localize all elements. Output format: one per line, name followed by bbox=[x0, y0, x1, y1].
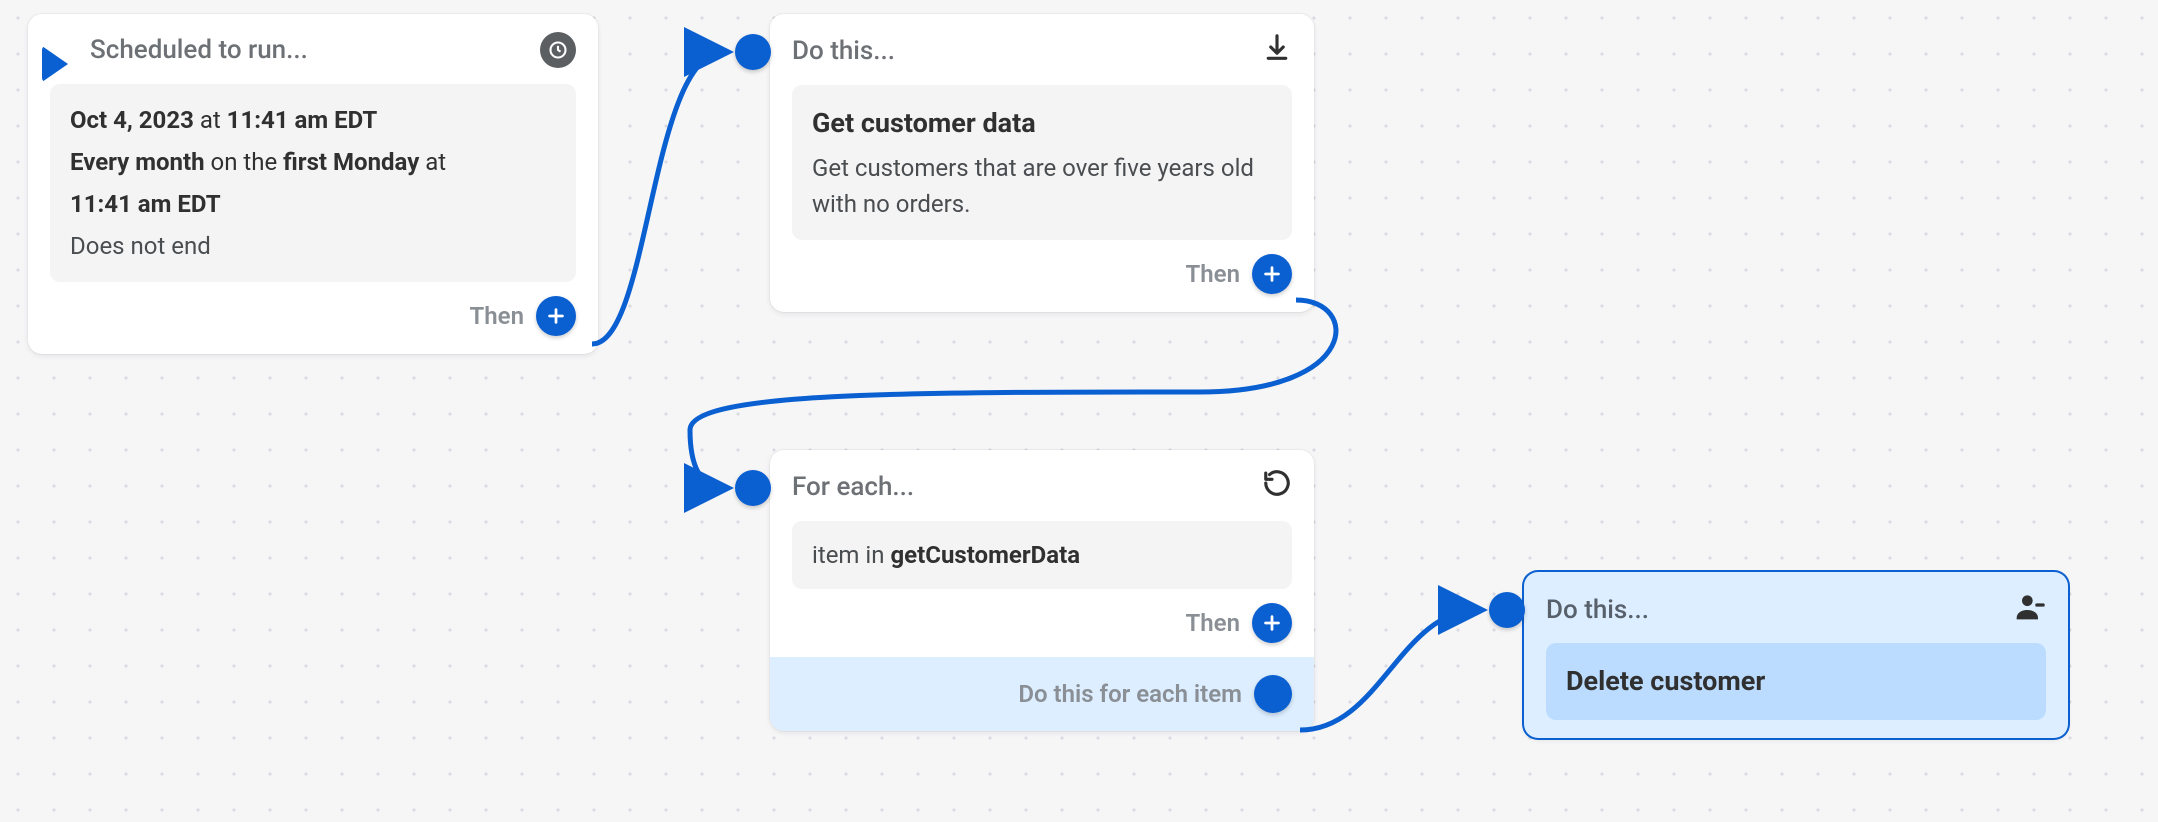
card-header: Do this... bbox=[1546, 590, 2046, 629]
trigger-time: 11:41 am EDT bbox=[227, 106, 378, 134]
action1-footer: Then bbox=[792, 240, 1292, 294]
card-header: For each... bbox=[792, 468, 1292, 505]
foreach-item-word: item in bbox=[812, 541, 885, 569]
foreach-card[interactable]: For each... item in getCustomerData Then… bbox=[770, 450, 1314, 731]
clock-icon bbox=[540, 32, 576, 68]
foreach-footer: Then bbox=[792, 589, 1292, 643]
action1-title: Get customer data bbox=[812, 103, 1272, 144]
add-step-button[interactable] bbox=[1252, 254, 1292, 294]
trigger-body: Oct 4, 2023 at 11:41 am EDT Every month … bbox=[50, 84, 576, 282]
card-header: Do this... bbox=[792, 32, 1292, 69]
trigger-every: Every month bbox=[70, 148, 205, 176]
foreach-body: item in getCustomerData bbox=[792, 521, 1292, 589]
trigger-card[interactable]: Scheduled to run... Oct 4, 2023 at 11:41… bbox=[28, 14, 598, 354]
download-icon bbox=[1262, 32, 1292, 69]
action1-description: Get customers that are over five years o… bbox=[812, 150, 1272, 222]
play-icon bbox=[42, 46, 68, 82]
action2-body: Delete customer bbox=[1546, 643, 2046, 720]
loop-icon bbox=[1262, 468, 1292, 505]
user-remove-icon bbox=[2014, 590, 2046, 629]
flow-entry-dot bbox=[735, 34, 771, 70]
action1-then-label: Then bbox=[1186, 260, 1240, 288]
trigger-day: first Monday bbox=[283, 148, 419, 176]
action-card-delete-customer[interactable]: Do this... Delete customer bbox=[1524, 572, 2068, 738]
trigger-time2: 11:41 am EDT bbox=[70, 190, 221, 218]
flow-entry-dot bbox=[735, 470, 771, 506]
add-step-button[interactable] bbox=[1252, 603, 1292, 643]
action1-body: Get customer data Get customers that are… bbox=[792, 85, 1292, 240]
trigger-at-word: at bbox=[200, 106, 221, 134]
foreach-source: getCustomerData bbox=[890, 541, 1080, 569]
foreach-header-label: For each... bbox=[792, 472, 914, 502]
action1-header-label: Do this... bbox=[792, 36, 895, 66]
trigger-at-word2: at bbox=[425, 148, 446, 176]
add-step-button[interactable] bbox=[536, 296, 576, 336]
trigger-end: Does not end bbox=[70, 228, 556, 264]
foreach-sub-label: Do this for each item bbox=[1018, 680, 1242, 708]
trigger-then-label: Then bbox=[470, 302, 524, 330]
subflow-dot-button[interactable] bbox=[1254, 675, 1292, 713]
action-card-get-customer[interactable]: Do this... Get customer data Get custome… bbox=[770, 14, 1314, 312]
trigger-on-word: on the bbox=[211, 148, 278, 176]
card-header: Scheduled to run... bbox=[50, 32, 576, 68]
foreach-subflow-footer: Do this for each item bbox=[770, 657, 1314, 731]
trigger-date: Oct 4, 2023 bbox=[70, 106, 194, 134]
action2-title: Delete customer bbox=[1566, 661, 2026, 702]
foreach-then-label: Then bbox=[1186, 609, 1240, 637]
trigger-footer: Then bbox=[50, 282, 576, 336]
action2-header-label: Do this... bbox=[1546, 595, 1649, 625]
flow-entry-dot bbox=[1489, 592, 1525, 628]
trigger-header-label: Scheduled to run... bbox=[90, 35, 308, 65]
